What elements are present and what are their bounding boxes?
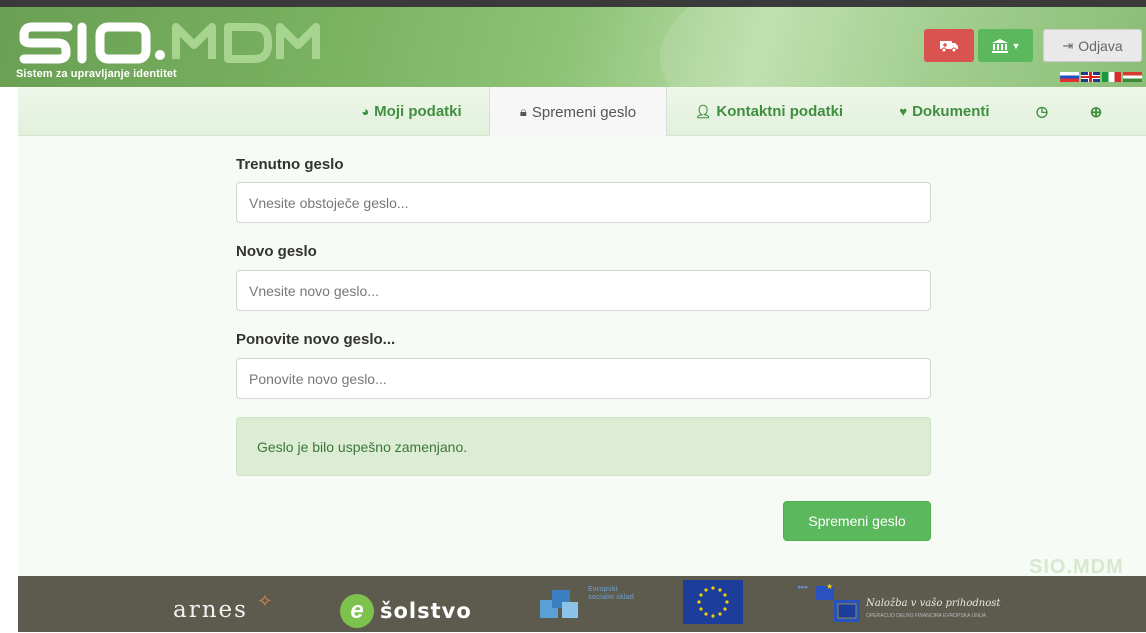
flag-hu-icon[interactable] xyxy=(1123,72,1142,82)
heart-icon: ♥ xyxy=(899,104,908,119)
tab-label: Moji podatki xyxy=(374,103,462,120)
success-alert: Geslo je bilo uspešno zamenjano. xyxy=(236,417,931,476)
ambulance-button[interactable] xyxy=(924,29,974,62)
logout-label: Odjava xyxy=(1078,37,1123,54)
ambulance-icon xyxy=(940,40,958,52)
tab-label: Dokumenti xyxy=(912,103,990,120)
solstvo-logo[interactable]: e šolstvo xyxy=(340,594,472,628)
arnes-star-icon: ✧ xyxy=(257,591,275,612)
investment-logo[interactable]: ▸▸▸ ★ Naložba v vašo prihodnost OPERACIJ… xyxy=(788,580,1028,628)
svg-text:▸▸▸: ▸▸▸ xyxy=(798,583,809,591)
lock-icon: 🔒︎ xyxy=(519,104,527,119)
tab-moji-podatki[interactable]: ◕ Moji podatki xyxy=(334,87,489,136)
current-password-input[interactable] xyxy=(236,182,931,223)
caret-down-icon: ▼ xyxy=(1011,40,1021,51)
language-flags xyxy=(1060,72,1142,82)
flag-it-icon[interactable] xyxy=(1102,72,1121,82)
main-nav: ◕ Moji podatki 🔒︎ Spremeni geslo 👤︎ Kont… xyxy=(18,87,1146,137)
flag-en-icon[interactable] xyxy=(1081,72,1100,82)
investment-text: Naložba v vašo prihodnost xyxy=(866,598,1001,609)
tab-label: Kontaktni podatki xyxy=(716,103,844,120)
tab-spremeni-geslo[interactable]: 🔒︎ Spremeni geslo xyxy=(489,87,667,137)
logout-icon: ⇥ xyxy=(1062,37,1074,53)
investment-subtext: OPERACIJO DELNO FINANCIRA EVROPSKA UNIJA xyxy=(866,613,987,619)
help-icon: ⊕ xyxy=(1089,103,1103,121)
esf-mark-icon xyxy=(540,590,578,618)
top-strip xyxy=(0,0,1146,7)
svg-text:★: ★ xyxy=(826,582,833,591)
tab-help[interactable]: ⊕ xyxy=(1066,87,1126,136)
institution-menu-button[interactable]: ▼ xyxy=(978,29,1033,62)
repeat-password-label: Ponovite novo geslo... xyxy=(236,331,396,348)
success-message: Geslo je bilo uspešno zamenjano. xyxy=(257,438,468,455)
user-icon: 👤︎ xyxy=(694,103,712,119)
new-password-label: Novo geslo xyxy=(236,243,317,260)
esf-text: Evropski socialni sklad xyxy=(588,586,634,601)
eu-stars-icon xyxy=(697,586,729,618)
tachometer-icon: ◕ xyxy=(361,104,370,119)
tab-history[interactable]: ◷ xyxy=(1018,87,1066,136)
change-password-button[interactable]: Spremeni geslo xyxy=(783,501,931,541)
logout-button[interactable]: ⇥ Odjava xyxy=(1043,29,1142,62)
arnes-text: arnes xyxy=(173,597,248,623)
tab-kontaktni-podatki[interactable]: 👤︎ Kontaktni podatki xyxy=(667,87,871,136)
tab-label: Spremeni geslo xyxy=(531,103,637,121)
esf-logo[interactable]: Evropski socialni sklad xyxy=(538,584,638,624)
solstvo-text: šolstvo xyxy=(380,599,472,623)
site-header: Sistem za upravljanje identitet ▼ ⇥ Odja… xyxy=(0,7,1146,87)
tab-dokumenti[interactable]: ♥ Dokumenti xyxy=(871,87,1018,136)
arnes-logo[interactable]: arnes ✧ xyxy=(173,591,274,623)
solstvo-e-icon: e xyxy=(340,594,374,628)
clock-icon: ◷ xyxy=(1035,103,1049,119)
repeat-password-input[interactable] xyxy=(236,358,931,399)
current-password-label: Trenutno geslo xyxy=(236,156,344,173)
slovenia-eu-mark-icon: ▸▸▸ ★ xyxy=(798,582,860,622)
eu-flag-logo[interactable] xyxy=(683,580,743,624)
sio-mdm-logo[interactable] xyxy=(18,21,328,65)
header-tagline: Sistem za upravljanje identitet xyxy=(16,68,177,80)
new-password-input[interactable] xyxy=(236,270,931,311)
institution-icon xyxy=(991,39,1008,53)
site-footer: arnes ✧ e šolstvo Evropski socialni skla… xyxy=(18,576,1146,632)
flag-sl-icon[interactable] xyxy=(1060,72,1079,82)
